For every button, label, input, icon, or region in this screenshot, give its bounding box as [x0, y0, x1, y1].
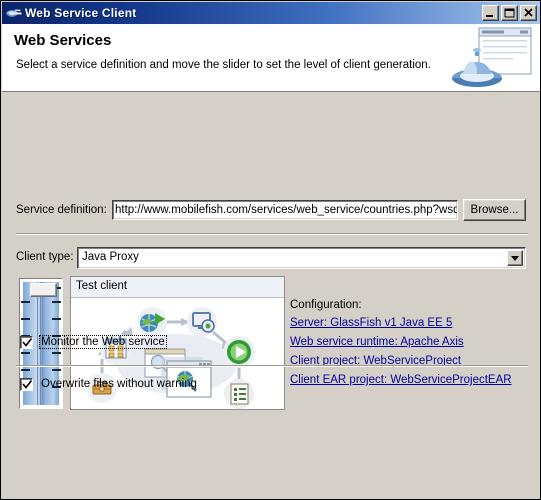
slider-tick [21, 352, 30, 354]
service-definition-input[interactable]: http://www.mobilefish.com/services/web_s… [112, 200, 458, 220]
check-icon [22, 379, 33, 389]
separator-1 [16, 233, 528, 235]
monitor-web-service-label: Monitor the Web service [39, 335, 167, 349]
maximize-button[interactable] [501, 5, 518, 21]
monitor-web-service-checkbox[interactable] [20, 335, 33, 349]
slider-tick [52, 352, 61, 354]
slider-tick [52, 369, 61, 371]
monitor-web-service-row: Monitor the Web service [20, 335, 167, 349]
overwrite-files-checkbox[interactable] [20, 377, 33, 391]
overwrite-files-row: Overwrite files without warning [20, 377, 199, 391]
slider-tick [52, 318, 61, 320]
test-client-workflow-diagram [87, 307, 255, 409]
separator-2 [16, 365, 528, 367]
page-title: Web Services [14, 32, 112, 49]
client-type-label: Client type: [16, 251, 74, 263]
config-link-server[interactable]: Server: GlassFish v1 Java EE 5 [290, 317, 512, 329]
wizard-banner: Web Services Select a service definition… [2, 24, 540, 92]
configuration-title: Configuration: [290, 299, 362, 311]
service-definition-value: http://www.mobilefish.com/services/web_s… [115, 204, 458, 216]
minimize-button[interactable] [482, 5, 499, 21]
check-icon [22, 337, 33, 347]
slider-tick [21, 301, 30, 303]
service-definition-label: Service definition: [16, 204, 107, 216]
slider-thumb[interactable] [30, 283, 57, 297]
browse-button[interactable]: Browse... [463, 199, 526, 221]
close-button[interactable] [520, 5, 537, 21]
window-controls [482, 5, 539, 21]
dialog-body: Service definition: http://www.mobilefis… [2, 92, 540, 499]
dialog-window: Web Service Client Web Services Select a… [0, 0, 541, 500]
configuration-section: Configuration: Server: GlassFish v1 Java… [290, 299, 512, 393]
client-type-combobox[interactable]: Java Proxy [77, 247, 526, 269]
slider-tick [21, 369, 30, 371]
overwrite-files-label: Overwrite files without warning [41, 378, 197, 390]
test-client-title: Test client [76, 280, 128, 292]
config-link-runtime[interactable]: Web service runtime: Apache Axis [290, 336, 512, 348]
chevron-down-icon[interactable] [507, 250, 523, 266]
window-title: Web Service Client [25, 6, 137, 20]
web-service-icon [6, 9, 22, 17]
web-service-banner-icon [452, 27, 532, 87]
slider-tick [52, 301, 61, 303]
config-link-client-ear-project[interactable]: Client EAR project: WebServiceProjectEAR [290, 374, 512, 386]
page-description: Select a service definition and move the… [16, 59, 431, 71]
title-bar: Web Service Client [2, 2, 540, 24]
test-client-header: Test client [71, 277, 284, 298]
client-type-value: Java Proxy [82, 251, 139, 263]
slider-tick [21, 318, 30, 320]
